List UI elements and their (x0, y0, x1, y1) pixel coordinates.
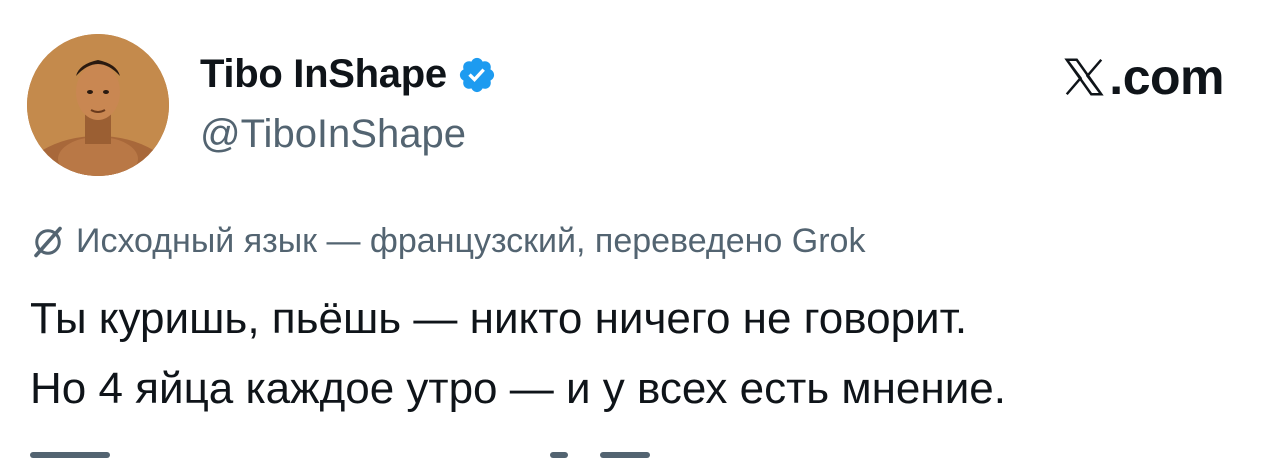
translation-label: Исходный язык — французский, переведено … (76, 222, 866, 260)
verified-badge-icon (459, 57, 494, 92)
author-name-row: Tibo InShape (200, 52, 497, 97)
x-logo-icon (1064, 58, 1104, 96)
avatar[interactable] (27, 34, 169, 176)
author-handle[interactable]: @TiboInShape (200, 112, 466, 157)
tweet-text: Ты куришь, пьёшь — никто ничего не говор… (30, 284, 1260, 424)
tweet-line: Ты куришь, пьёшь — никто ничего не говор… (30, 294, 968, 343)
author-display-name[interactable]: Tibo InShape (200, 52, 447, 97)
avatar-image (27, 34, 169, 176)
translation-notice[interactable]: Исходный язык — французский, переведено … (30, 222, 865, 261)
cutoff-divider (30, 448, 1230, 460)
grok-icon (34, 226, 62, 257)
x-brand[interactable]: .com (1061, 48, 1224, 106)
x-brand-domain: .com (1109, 49, 1224, 105)
tweet-line: Но 4 яйца каждое утро — и у всех есть мн… (30, 364, 1006, 413)
